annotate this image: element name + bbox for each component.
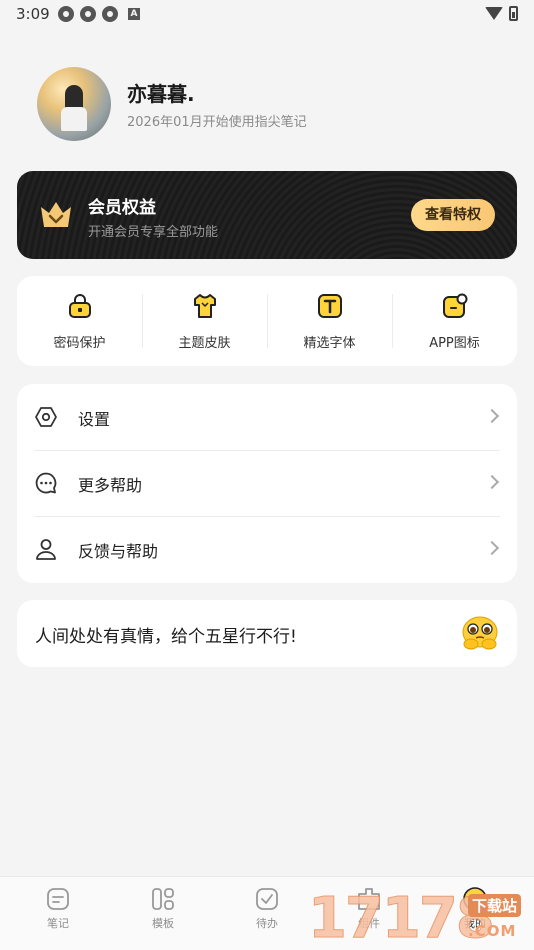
avatar[interactable] [37,67,111,141]
view-privileges-button[interactable]: 查看特权 [411,199,495,231]
nav-item-notes[interactable]: 笔记 [23,877,93,950]
pleading-emoji-icon [462,616,498,650]
user-icon [36,539,56,560]
note-icon [47,888,69,910]
feature-label: 主题皮肤 [178,336,231,351]
watermark-suffix: .COM [468,922,517,940]
rate-card[interactable]: 人间处处有真情，给个五星行不行! [17,600,517,667]
todo-icon [256,888,278,910]
gear-icon [35,407,57,427]
watermark-digits: 17178 [308,886,496,950]
user-name[interactable]: 亦暮暮. [127,78,195,107]
status-system-icons [485,6,518,21]
status-notifications: A [58,6,140,22]
rate-text: 人间处处有真情，给个五星行不行! [35,627,297,647]
nav-item-templates[interactable]: 模板 [128,877,198,950]
nav-label: 模板 [152,917,174,930]
app-icon [442,293,467,318]
lock-icon [68,294,91,318]
font-icon [317,294,342,318]
watermark-tag: 下载站 [468,894,522,917]
user-since-date: 2026年01月开始使用指尖笔记 [127,115,307,130]
vip-card[interactable]: 会员权益 开通会员专享全部功能 查看特权 [17,171,517,259]
avatar-skirt [61,107,87,131]
chevron-right-icon [484,474,500,490]
feature-theme-skin[interactable]: 主题皮肤 [142,276,267,366]
wifi-icon [485,7,503,20]
chat-icon [35,472,57,494]
feature-label: 精选字体 [303,336,356,351]
chevron-right-icon [484,540,500,556]
nav-label: 待办 [256,917,278,930]
status-time: 3:09 [16,5,50,23]
menu-label: 设置 [78,410,111,429]
notification-icon [58,6,74,22]
menu-label: 更多帮助 [78,476,143,495]
app-notification-icon: A [128,8,140,20]
battery-icon [509,6,518,21]
watermark-logo: 17178 下载站 .COM [308,880,534,950]
status-bar: 3:09 A [0,0,534,28]
notification-icon [80,6,96,22]
nav-item-todo[interactable]: 待办 [232,877,302,950]
feature-grid: 密码保护 主题皮肤 精选字体 APP图标 [17,276,517,366]
feature-label: 密码保护 [53,336,106,351]
menu-item-settings[interactable]: 设置 [17,384,517,450]
vip-title: 会员权益 [88,198,156,218]
feature-app-icon[interactable]: APP图标 [392,276,517,366]
chevron-right-icon [484,408,500,424]
menu-item-more-help[interactable]: 更多帮助 [17,450,517,516]
template-icon [152,888,174,910]
menu-label: 反馈与帮助 [78,542,159,561]
feature-password-protection[interactable]: 密码保护 [17,276,142,366]
vip-subtitle: 开通会员专享全部功能 [88,225,219,240]
crown-icon [41,202,71,227]
feature-fonts[interactable]: 精选字体 [267,276,392,366]
shirt-icon [193,294,216,318]
menu-item-feedback[interactable]: 反馈与帮助 [17,516,517,582]
menu-list: 设置 更多帮助 反馈与帮助 [17,384,517,583]
nav-label: 笔记 [47,917,69,930]
feature-label: APP图标 [429,336,480,351]
notification-icon [102,6,118,22]
